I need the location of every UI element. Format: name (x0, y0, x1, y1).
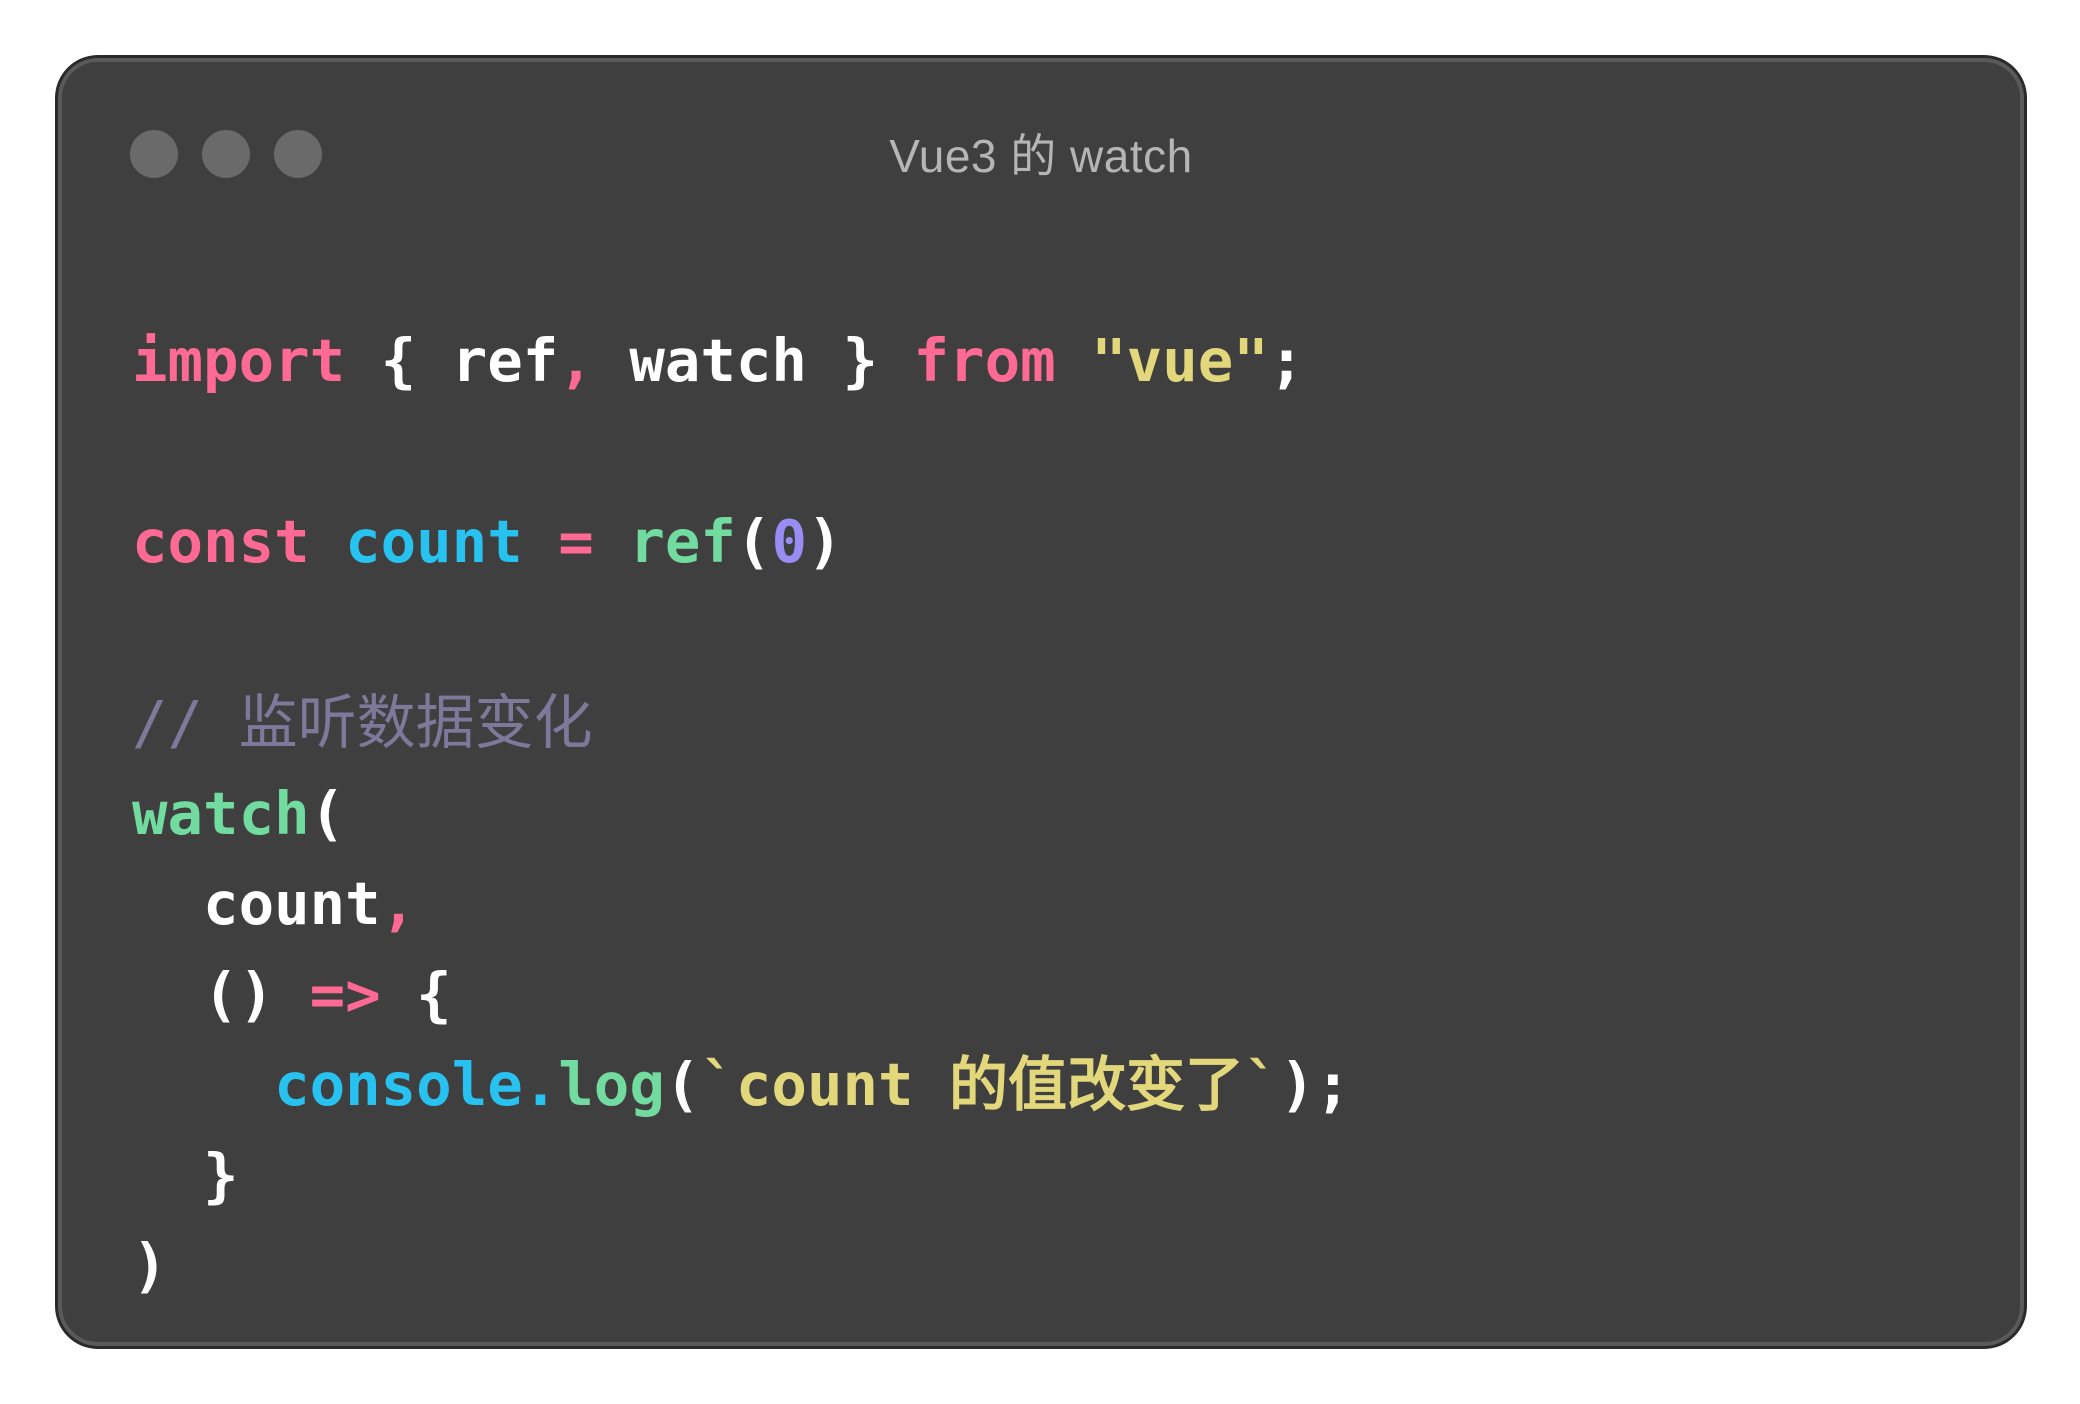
code-token: // 监听数据变化 (132, 688, 593, 757)
code-line: count, (132, 859, 1351, 950)
code-line: } (132, 1131, 1351, 1222)
code-token: , (380, 869, 417, 938)
code-token: watch } (593, 326, 914, 395)
code-token: import (132, 326, 346, 395)
code-token: ref (451, 326, 559, 395)
code-token: count (345, 507, 523, 576)
window-title: Vue3 的 watch (889, 130, 1193, 182)
code-line: import { ref, watch } from "vue"; (132, 316, 1351, 407)
code-token: , (558, 326, 594, 395)
code-token: } (132, 1140, 239, 1210)
window-titlebar: Vue3 的 watch (62, 62, 2020, 252)
code-line: ) (132, 1221, 1351, 1312)
code-token: log (558, 1050, 665, 1119)
code-token: console (274, 1050, 523, 1119)
code-line: const count = ref(0) (132, 497, 1351, 588)
code-line: // 监听数据变化 (132, 678, 1351, 769)
code-token: from (913, 326, 1056, 395)
code-line: watch( (132, 769, 1351, 860)
code-token: = (558, 507, 594, 576)
code-token: ) (132, 1231, 168, 1300)
code-line: () => { (132, 950, 1351, 1041)
code-token: { (345, 326, 452, 395)
code-token: const (132, 507, 310, 576)
code-token: ) (806, 507, 843, 576)
code-token: count (132, 869, 381, 938)
code-token: . (522, 1050, 559, 1119)
code-token: watch (132, 778, 310, 848)
code-token: ); (1279, 1050, 1351, 1119)
code-token: () (132, 959, 310, 1029)
code-token: ( (309, 778, 346, 848)
code-token: ref (629, 507, 736, 576)
code-token: => (309, 959, 381, 1029)
code-token: "vue" (1091, 326, 1269, 395)
code-token: `count 的值改变了` (700, 1050, 1280, 1119)
code-token: ( (664, 1050, 701, 1119)
code-window: Vue3 的 watch import { ref, watch } from … (58, 58, 2024, 1346)
code-line: console.log(`count 的值改变了`); (132, 1040, 1351, 1131)
code-token: { (380, 959, 452, 1029)
code-token: ( (735, 507, 772, 576)
code-block: import { ref, watch } from "vue"; const … (132, 316, 1351, 1312)
code-token: ; (1268, 326, 1305, 395)
code-token: 0 (771, 507, 807, 576)
